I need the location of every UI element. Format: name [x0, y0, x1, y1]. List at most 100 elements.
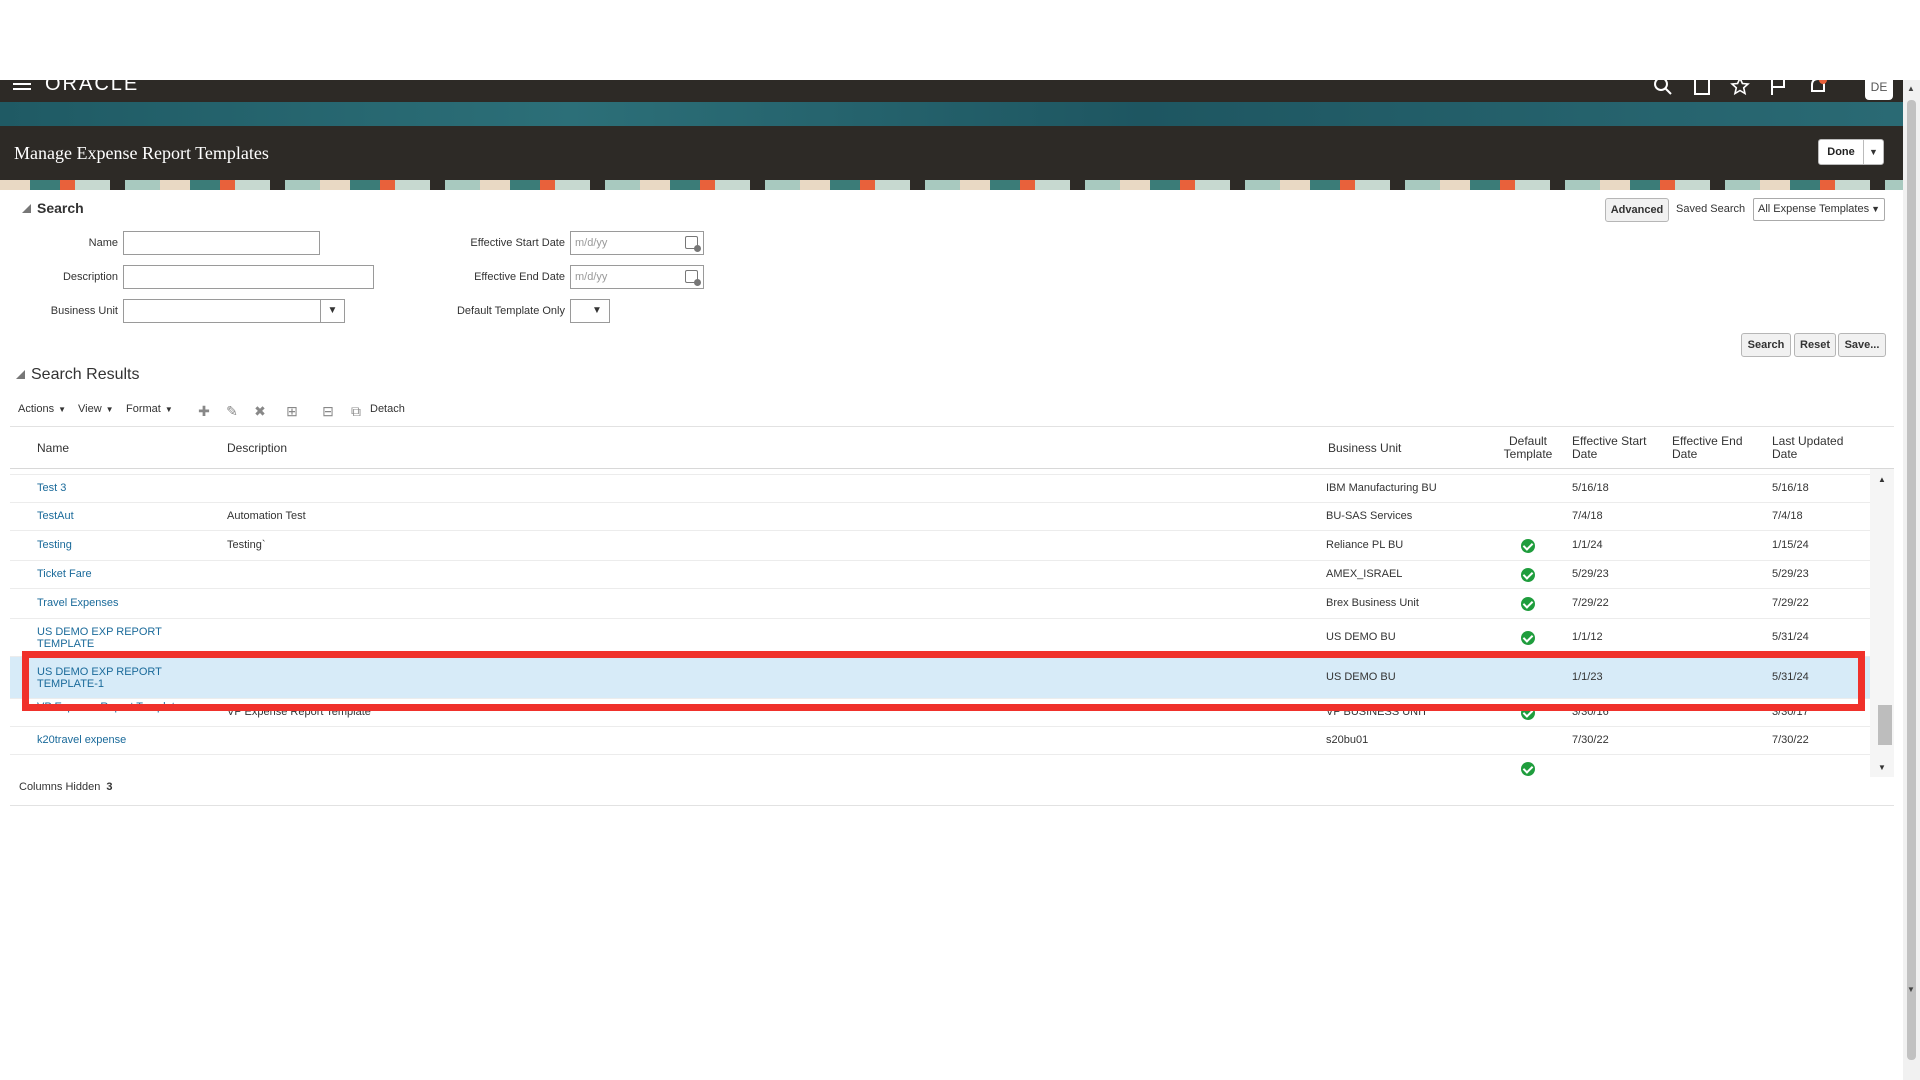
scroll-up-icon[interactable]: ▲ — [1878, 475, 1886, 484]
business-unit-cell: Brex Business Unit — [1326, 597, 1419, 609]
flag-icon[interactable] — [1768, 80, 1788, 96]
columns-hidden-status: Columns Hidden 3 — [19, 781, 112, 793]
description-label: Description — [62, 271, 118, 283]
search-results-header[interactable]: Search Results — [16, 366, 140, 384]
business-unit-cell: AMEX_ISRAEL — [1326, 568, 1403, 580]
column-header-effective-end-date[interactable]: Effective End Date — [1672, 435, 1762, 461]
format-menu[interactable]: Format ▼ — [126, 403, 173, 415]
delete-x-icon[interactable]: ✖ — [252, 403, 268, 419]
business-unit-cell: VP BUSINESS UNIT — [1326, 706, 1428, 718]
reset-button[interactable]: Reset — [1794, 333, 1836, 357]
last-updated-date-cell: 7/29/22 — [1772, 597, 1809, 609]
saved-search-value: All Expense Templates — [1758, 203, 1870, 215]
page-scrollbar[interactable]: ▲ ▼ — [1903, 80, 1920, 1080]
effective-start-date-input[interactable]: m/d/yy — [570, 231, 704, 255]
banner-decoration — [0, 102, 1903, 126]
oracle-logo[interactable]: ORACLE — [45, 80, 139, 96]
results-heading: Search Results — [31, 366, 140, 383]
scroll-down-icon[interactable]: ▼ — [1907, 985, 1915, 994]
column-header-default-template[interactable]: Default Template — [1498, 435, 1558, 461]
hamburger-menu-icon[interactable] — [13, 80, 31, 92]
column-header-description[interactable]: Description — [227, 442, 287, 455]
chevron-down-icon: ▼ — [58, 405, 66, 414]
table-row[interactable]: US DEMO EXP REPORT TEMPLATE-1 US DEMO BU 1… — [10, 657, 1870, 699]
table-row[interactable]: TestAut Automation Test BU-SAS Services 7/4… — [10, 503, 1870, 531]
view-menu[interactable]: View ▼ — [78, 403, 114, 415]
template-name-link[interactable]: k20travel expense — [37, 734, 187, 746]
effective-start-date-cell: 7/30/22 — [1572, 734, 1609, 746]
column-header-name[interactable]: Name — [37, 442, 69, 455]
template-name-link[interactable]: VP Expense Report Template — [37, 701, 187, 713]
business-unit-cell: IBM Manufacturing BU — [1326, 482, 1437, 494]
detach-button[interactable]: Detach — [370, 403, 405, 415]
search-heading: Search — [37, 200, 84, 216]
effective-start-date-cell: 3/30/16 — [1572, 706, 1609, 718]
column-header-business-unit[interactable]: Business Unit — [1328, 442, 1401, 455]
advanced-button[interactable]: Advanced — [1605, 198, 1669, 222]
business-unit-cell: BU-SAS Services — [1326, 510, 1413, 522]
table-row[interactable]: Travel Expenses Brex Business Unit 7/29/22… — [10, 589, 1870, 619]
global-header: ORACLE DE — [0, 80, 1903, 102]
chevron-down-icon[interactable]: ▼ — [320, 300, 344, 322]
table-row[interactable]: Testing Testing` Reliance PL BU 1/1/24 1/15/… — [10, 531, 1870, 561]
search-section-header[interactable]: Search — [22, 200, 84, 216]
chevron-down-icon[interactable]: ▼ — [1863, 140, 1883, 164]
default-check-icon — [1521, 597, 1535, 611]
table-row[interactable]: Ticket Fare AMEX_ISRAEL 5/29/23 5/29/23 — [10, 561, 1870, 589]
default-template-only-select[interactable]: ▼ — [570, 299, 610, 323]
collapse-triangle-icon[interactable] — [22, 204, 31, 213]
scroll-down-icon[interactable]: ▼ — [1878, 763, 1886, 772]
search-button[interactable]: Search — [1741, 333, 1791, 357]
edit-pencil-icon[interactable]: ✎ — [224, 403, 240, 419]
description-input[interactable] — [123, 265, 374, 289]
business-unit-select[interactable]: ▼ — [123, 299, 345, 323]
done-button-label[interactable]: Done — [1819, 146, 1863, 158]
name-input[interactable] — [123, 231, 320, 255]
calendar-icon[interactable] — [685, 270, 701, 286]
name-label: Name — [88, 237, 118, 249]
template-name-link[interactable]: Testing — [37, 539, 187, 551]
saved-search-select[interactable]: All Expense Templates ▼ — [1753, 198, 1885, 221]
user-avatar[interactable]: DE — [1865, 80, 1893, 100]
notifications-bell-icon[interactable] — [1808, 80, 1828, 96]
table-row[interactable]: US DEMO EXP REPORT TEMPLATE US DEMO BU 1/1… — [10, 619, 1870, 657]
freeze-icon[interactable]: ⊞ — [284, 403, 300, 419]
chevron-down-icon: ▼ — [105, 405, 114, 414]
done-button[interactable]: Done ▼ — [1818, 139, 1884, 165]
table-row[interactable]: Test 3 IBM Manufacturing BU 5/16/18 5/16/18 — [10, 475, 1870, 503]
default-check-icon — [1521, 539, 1535, 553]
template-name-link[interactable]: US DEMO EXP REPORT TEMPLATE-1 — [37, 666, 187, 690]
last-updated-date-cell: 1/15/24 — [1772, 539, 1809, 551]
scroll-up-icon[interactable]: ▲ — [1907, 84, 1915, 93]
effective-end-date-input[interactable]: m/d/yy — [570, 265, 704, 289]
table-row[interactable] — [10, 755, 1870, 777]
favorites-star-icon[interactable] — [1730, 80, 1750, 96]
save-search-button[interactable]: Save... — [1838, 333, 1886, 357]
search-icon[interactable] — [1653, 80, 1673, 96]
last-updated-date-cell: 3/30/17 — [1772, 706, 1809, 718]
page-scrollbar-thumb[interactable] — [1907, 100, 1916, 1060]
scrollbar-thumb[interactable] — [1878, 705, 1892, 745]
template-name-link[interactable]: US DEMO EXP REPORT TEMPLATE — [37, 626, 187, 650]
divider — [10, 805, 1894, 806]
home-icon[interactable] — [1692, 80, 1712, 96]
description-cell: Automation Test — [227, 510, 306, 522]
template-name-link[interactable]: Ticket Fare — [37, 568, 187, 580]
column-header-last-updated-date[interactable]: Last Updated Date — [1772, 435, 1862, 461]
table-row[interactable]: VP Expense Report Template VP Expense Rep… — [10, 699, 1870, 727]
last-updated-date-cell: 6/6/19 — [1772, 469, 1803, 470]
column-header-effective-start-date[interactable]: Effective Start Date — [1572, 435, 1662, 461]
template-name-link[interactable]: Test 3 — [37, 482, 187, 494]
actions-menu[interactable]: Actions ▼ — [18, 403, 66, 415]
table-scrollbar[interactable]: ▲ ▼ — [1870, 469, 1894, 777]
table-row[interactable]: k20travel expense s20bu01 7/30/22 7/30/22 — [10, 727, 1870, 755]
wrap-icon[interactable]: ⊟ — [320, 403, 336, 419]
add-icon[interactable]: ✚ — [196, 403, 212, 419]
collapse-triangle-icon[interactable] — [16, 370, 25, 379]
detach-icon[interactable]: ⧉ — [348, 403, 364, 419]
template-name-link[interactable]: Travel Expenses — [37, 597, 187, 609]
template-name-link[interactable]: Test 3 — [37, 469, 187, 470]
template-name-link[interactable]: TestAut — [37, 510, 187, 522]
chevron-down-icon[interactable]: ▼ — [585, 300, 609, 322]
calendar-icon[interactable] — [685, 236, 701, 252]
